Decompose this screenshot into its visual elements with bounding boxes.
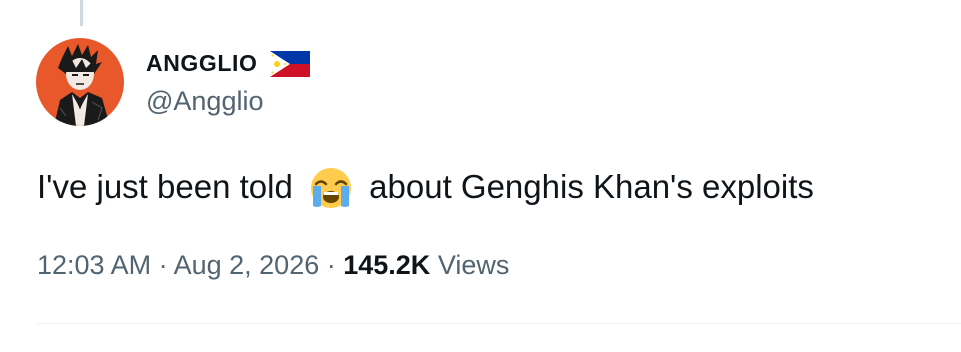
tweet-text-before-emoji: I've just been told	[37, 168, 293, 205]
views-label: Views	[430, 250, 510, 280]
separator-dot: ·	[319, 250, 344, 280]
divider	[36, 323, 961, 324]
philippines-flag-icon	[269, 50, 310, 77]
separator-dot: ·	[151, 250, 174, 280]
author-name-row: ANGGLIO	[146, 50, 310, 77]
views-count: 145.2K	[343, 250, 431, 280]
tweet-time[interactable]: 12:03 AM	[37, 250, 151, 280]
avatar[interactable]	[36, 38, 124, 126]
tweet-text-after-emoji: about Genghis Khan's exploits	[369, 168, 814, 205]
loudly-crying-face-icon	[308, 166, 354, 210]
author-display-name[interactable]: ANGGLIO	[146, 50, 258, 77]
thread-connector-line	[80, 0, 83, 26]
tweet-text: I've just been told about Genghis Khan's…	[37, 166, 814, 210]
author-handle[interactable]: @Angglio	[146, 86, 263, 117]
tweet-detail: ANGGLIO @Angglio I've just been told abo…	[0, 0, 961, 352]
tweet-date[interactable]: Aug 2, 2026	[174, 250, 320, 280]
tweet-metadata: 12:03 AM · Aug 2, 2026 · 145.2K Views	[37, 250, 509, 281]
